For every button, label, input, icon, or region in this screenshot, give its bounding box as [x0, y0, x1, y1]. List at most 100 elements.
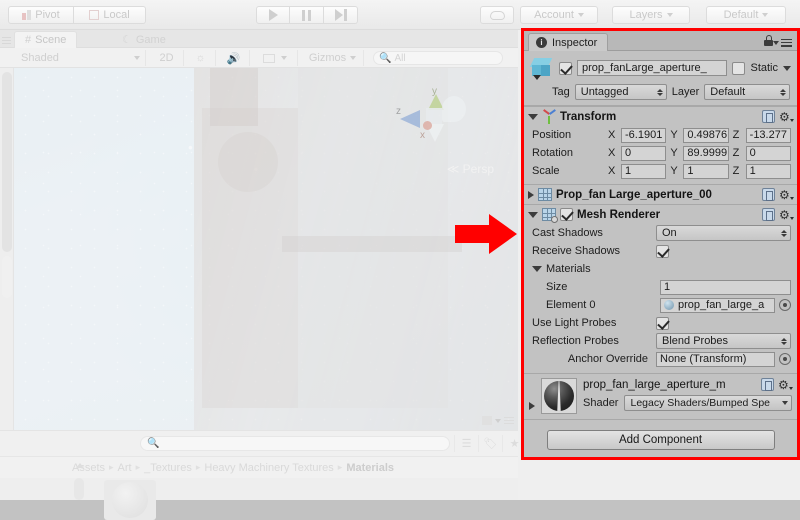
element0-object-field[interactable]: prop_fan_large_a	[660, 297, 775, 313]
scale-y-input[interactable]: 1	[683, 163, 729, 179]
static-checkbox[interactable]	[732, 61, 746, 75]
help-icon[interactable]	[762, 208, 775, 221]
scene-scroll-thumb-secondary[interactable]	[2, 256, 12, 298]
axis-z-label: Z	[732, 165, 740, 177]
foldout-closed-icon[interactable]	[529, 402, 535, 410]
tab-scene[interactable]: # Scene	[14, 31, 78, 48]
project-search-input[interactable]: 🔍	[140, 436, 450, 451]
layers-dropdown[interactable]: Layers	[612, 6, 690, 24]
info-icon: i	[536, 37, 547, 48]
step-button[interactable]	[324, 6, 358, 24]
help-icon[interactable]	[761, 378, 774, 391]
transform-header[interactable]: Transform ⚙	[524, 107, 797, 126]
cloud-services-button[interactable]	[480, 6, 514, 24]
reflection-probes-label: Reflection Probes	[532, 335, 619, 347]
position-y-input[interactable]: 0.49876	[683, 127, 729, 143]
gear-icon[interactable]: ⚙	[779, 208, 794, 221]
help-icon[interactable]	[762, 188, 775, 201]
local-toggle-button[interactable]: Local	[74, 6, 146, 24]
foldout-closed-icon[interactable]	[528, 190, 534, 199]
sun-icon: ☼	[195, 52, 206, 64]
layout-dropdown[interactable]: Default	[706, 6, 786, 24]
reflection-probes-dropdown[interactable]: Blend Probes	[656, 333, 791, 349]
projection-mode-label[interactable]: ≪ Persp	[447, 162, 494, 176]
cast-shadows-dropdown[interactable]: On	[656, 225, 791, 241]
help-icon[interactable]	[762, 110, 775, 123]
object-picker-icon[interactable]	[779, 299, 791, 311]
panel-menu-icon[interactable]	[2, 35, 11, 46]
tab-game[interactable]: ☾ Game	[112, 31, 176, 48]
draw-mode-dropdown[interactable]: Shaded	[16, 50, 146, 66]
tag-layer-row: Tag Untagged Layer Default	[530, 84, 791, 100]
gear-icon[interactable]: ⚙	[779, 110, 794, 123]
shader-dropdown[interactable]: Legacy Shaders/Bumped Spe	[624, 395, 792, 411]
breadcrumb-item-materials[interactable]: Materials	[346, 462, 394, 474]
image-icon	[262, 53, 275, 63]
position-x-input[interactable]: -6.1901	[621, 127, 667, 143]
scale-z-input[interactable]: 1	[745, 163, 791, 179]
breadcrumb-up-icon[interactable]	[76, 463, 84, 468]
layers-toggle-icon[interactable]: ☰	[454, 435, 478, 452]
element0-label: Element 0	[546, 299, 596, 311]
account-dropdown[interactable]: Account	[520, 6, 598, 24]
scene-lighting-toggle[interactable]: ☼	[186, 50, 216, 66]
gameobject-name-input[interactable]: prop_fanLarge_aperture_	[577, 60, 728, 76]
breadcrumb-item-art[interactable]: Art	[118, 462, 132, 474]
gear-icon[interactable]: ⚙	[778, 378, 793, 391]
inspector-panel[interactable]: i Inspector prop_fanLarge_aperture_ Stat…	[521, 28, 800, 460]
scene-search-box[interactable]: 🔍 All	[373, 51, 503, 65]
tag-icon[interactable]: 🏷	[478, 435, 502, 452]
project-scrollbar[interactable]	[74, 478, 84, 500]
toggle-2d-button[interactable]: 2D	[150, 50, 184, 66]
chevron-down-icon[interactable]	[783, 65, 791, 71]
scene-vertical-scrollbar[interactable]	[0, 68, 14, 430]
game-moon-icon: ☾	[122, 34, 132, 46]
position-z-input[interactable]: -13.277	[745, 127, 791, 143]
play-button[interactable]	[256, 6, 290, 24]
rotation-z-input[interactable]: 0	[745, 145, 791, 161]
foldout-open-icon[interactable]	[528, 113, 538, 120]
hamburger-menu-icon[interactable]	[773, 37, 792, 48]
mesh-renderer-header[interactable]: Mesh Renderer ⚙	[524, 205, 797, 224]
scene-audio-toggle[interactable]: 🔊	[218, 50, 250, 66]
local-label: Local	[103, 9, 130, 21]
panel-tab-options[interactable]	[482, 415, 514, 426]
scene-orientation-gizmo[interactable]: z y x	[396, 86, 476, 158]
scene-search-field[interactable]: 🔍 All	[368, 50, 508, 66]
foldout-open-icon[interactable]	[528, 211, 538, 218]
breadcrumb-item-textures[interactable]: _Textures	[144, 462, 192, 474]
axis-x-label: X	[608, 165, 616, 177]
scene-effects-dropdown[interactable]	[252, 50, 298, 66]
mesh-renderer-enabled-checkbox[interactable]	[560, 208, 573, 221]
anchor-override-field[interactable]: None (Transform)	[656, 351, 775, 367]
materials-size-input[interactable]: 1	[660, 279, 791, 295]
scale-x-input[interactable]: 1	[621, 163, 667, 179]
gizmos-dropdown[interactable]: Gizmos	[302, 50, 364, 66]
pause-button[interactable]	[290, 6, 324, 24]
materials-foldout-row[interactable]: Materials	[524, 260, 797, 278]
pivot-toggle-button[interactable]: Pivot	[8, 6, 74, 24]
receive-shadows-checkbox[interactable]	[656, 244, 669, 258]
lock-icon[interactable]	[764, 35, 773, 46]
layer-dropdown[interactable]: Default	[704, 84, 791, 100]
scene-scroll-thumb[interactable]	[2, 72, 12, 252]
mesh-filter-header[interactable]: Prop_fan Large_aperture_00 ⚙	[524, 185, 797, 204]
add-component-button[interactable]: Add Component	[546, 430, 775, 450]
object-picker-icon[interactable]	[779, 353, 791, 365]
rotation-label: Rotation	[532, 147, 573, 159]
foldout-open-icon[interactable]	[532, 266, 542, 272]
gameobject-enabled-checkbox[interactable]	[559, 61, 572, 75]
scene-search-text: All	[394, 52, 406, 64]
tab-inspector[interactable]: i Inspector	[528, 33, 609, 51]
gear-icon[interactable]: ⚙	[779, 188, 794, 201]
gizmo-x-label: x	[420, 130, 425, 141]
breadcrumb-item-heavy-machinery-textures[interactable]: Heavy Machinery Textures	[204, 462, 333, 474]
inspector-tabbar: i Inspector	[524, 31, 797, 51]
breadcrumb: Assets ▸ Art ▸ _Textures ▸ Heavy Machine…	[0, 456, 518, 478]
use-light-probes-checkbox[interactable]	[656, 316, 669, 330]
rotation-x-input[interactable]: 0	[621, 145, 667, 161]
gizmo-x-cone	[442, 96, 466, 122]
rotation-y-input[interactable]: 89.9999	[683, 145, 729, 161]
tag-dropdown[interactable]: Untagged	[574, 84, 667, 100]
scene-viewport[interactable]: z y x ≪ Persp	[14, 68, 518, 430]
